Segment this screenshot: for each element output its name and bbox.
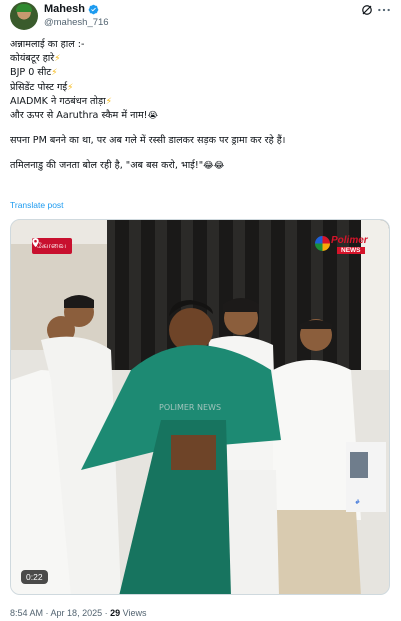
location-label: கோவை — [36, 241, 67, 250]
grok-icon[interactable] — [361, 4, 373, 16]
tweet-line: सपना PM बनने का था, पर अब गले में रस्सी … — [10, 135, 286, 147]
tweet-text: अन्नामलाई का हाल :- कोयंबटूर हारे⚡ BJP 0… — [10, 38, 391, 174]
lightning-icon: ⚡ — [54, 54, 61, 65]
channel-sub: NEWS — [337, 247, 365, 254]
video-player[interactable]: # POLIMER NEWS கோவை Polimer NEWS 0:22 — [10, 219, 390, 595]
translate-post-link[interactable]: Translate post — [10, 200, 64, 210]
tweet-line: BJP 0 सीट⚡ — [10, 66, 391, 80]
channel-logo: Polimer NEWS — [313, 234, 375, 256]
lightning-icon: ⚡ — [67, 82, 74, 93]
author-handle[interactable]: @mahesh_716 — [44, 17, 109, 28]
author-name[interactable]: Mahesh — [44, 3, 85, 15]
post-time[interactable]: 8:54 AM — [10, 608, 43, 618]
tweet-line: तमिलनाडु की जनता बोल रही है, "अब बस करो,… — [10, 159, 391, 173]
polimer-logo-icon — [315, 236, 330, 251]
channel-name: Polimer — [331, 235, 368, 246]
svg-text:#: # — [355, 499, 360, 506]
tweet-line: अन्नामलाई का हाल :- — [10, 39, 85, 50]
post-date[interactable]: Apr 18, 2025 — [51, 608, 103, 618]
author-name-row: Mahesh — [44, 3, 99, 15]
location-pin-icon — [32, 238, 39, 247]
lightning-icon: ⚡ — [105, 96, 112, 107]
tweet-line: प्रेसिडेंट पोस्ट गई⚡ — [10, 81, 391, 95]
lightning-icon: ⚡ — [51, 68, 58, 79]
location-badge: கோவை — [32, 238, 73, 254]
verified-badge-icon — [88, 4, 99, 14]
views-count: 29 — [110, 608, 121, 618]
laughing-face-icon: 😂 — [203, 161, 214, 172]
author-avatar[interactable] — [10, 2, 38, 30]
more-icon[interactable] — [377, 4, 391, 16]
tweet-line: AIADMK ने गठबंधन तोड़ा⚡ — [10, 95, 391, 109]
tweet-line: कोयंबटूर हारे⚡ — [10, 52, 391, 66]
views-label: Views — [122, 608, 147, 618]
video-frame: # POLIMER NEWS — [11, 220, 389, 594]
laughing-face-icon: 😂 — [213, 161, 225, 172]
tweet-header: Mahesh @mahesh_716 — [10, 2, 391, 30]
crying-face-icon: 😭 — [147, 110, 159, 121]
video-duration: 0:22 — [21, 570, 48, 584]
svg-text:POLIMER NEWS: POLIMER NEWS — [159, 403, 221, 412]
tweet-line: और ऊपर से Aaruthra स्कैम में नाम!😭 — [10, 109, 391, 123]
tweet-meta: 8:54 AM · Apr 18, 2025 · 29 Views — [10, 608, 147, 618]
